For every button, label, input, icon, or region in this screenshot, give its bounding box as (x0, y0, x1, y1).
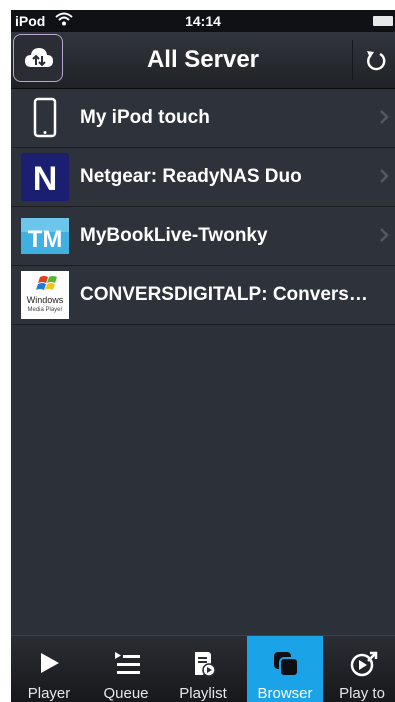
netgear-logo-text: N (33, 160, 58, 198)
tab-playlist[interactable]: Playlist (165, 636, 241, 702)
ipod-device-icon (21, 94, 69, 142)
server-row-netgear[interactable]: N Netgear: ReadyNAS Duo (11, 148, 395, 207)
tab-label: Playlist (179, 685, 227, 702)
twonky-logo-text: TM (28, 226, 63, 253)
server-name: CONVERSDIGITALP: Conversdi… (80, 284, 375, 305)
page-title: All Server (146, 46, 260, 73)
netgear-logo-icon: N (21, 153, 69, 201)
server-name: MyBookLive-Twonky (80, 225, 268, 246)
server-row-ipod[interactable]: My iPod touch (11, 89, 395, 148)
play-icon (41, 653, 59, 673)
tab-bar: Player Queue Playlist Browser Play to (11, 635, 395, 702)
chevron-right-icon (380, 110, 389, 124)
chevron-right-icon (380, 228, 389, 242)
server-row-twonky[interactable]: TM MyBookLive-Twonky (11, 207, 395, 266)
play-to-icon (350, 651, 378, 677)
status-bar: iPod 14:14 (11, 10, 395, 32)
twonky-logo-icon: TM (21, 212, 69, 260)
server-name: My iPod touch (80, 107, 210, 128)
tab-label: Play to (339, 685, 385, 702)
refresh-button[interactable] (352, 40, 395, 80)
status-time: 14:14 (185, 13, 221, 29)
tab-queue[interactable]: Queue (88, 636, 164, 702)
server-name: Netgear: ReadyNAS Duo (80, 166, 302, 187)
tab-browser[interactable]: Browser (247, 636, 323, 702)
navigation-bar: All Server (11, 32, 395, 89)
app-screen: iPod 14:14 All Server My iPod touch N Ne… (11, 10, 395, 702)
tab-label: Queue (103, 685, 149, 702)
tab-play-to[interactable]: Play to (324, 636, 395, 702)
tab-label: Player (27, 685, 71, 702)
refresh-icon (367, 51, 386, 71)
queue-icon (115, 652, 140, 674)
playlist-icon (195, 652, 216, 677)
server-list: My iPod touch N Netgear: ReadyNAS Duo TM… (11, 89, 395, 325)
tab-label: Browser (257, 685, 313, 702)
server-row-conversdigital[interactable]: Windows Media Player CONVERSDIGITALP: Co… (11, 266, 395, 325)
tab-player[interactable]: Player (11, 636, 87, 702)
browser-icon (274, 652, 299, 677)
chevron-right-icon (380, 169, 389, 183)
battery-icon (373, 16, 393, 26)
svg-text:Windows: Windows (27, 295, 64, 305)
svg-text:Media Player: Media Player (27, 307, 62, 313)
windows-media-player-icon: Windows Media Player (21, 271, 69, 319)
